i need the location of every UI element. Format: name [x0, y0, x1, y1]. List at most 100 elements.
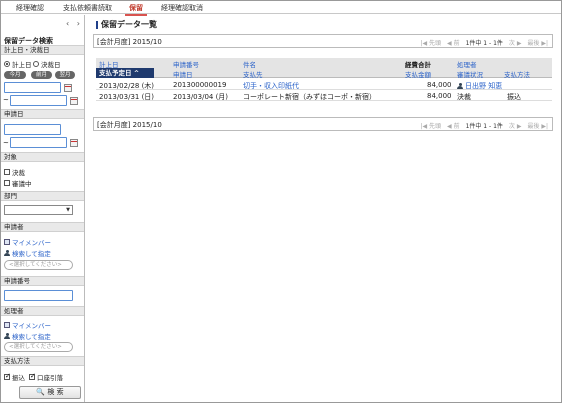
date-range-tilde: ~	[3, 96, 9, 104]
pager-prev[interactable]: ◀ 前	[447, 121, 460, 130]
tab-accounting-check-cancel[interactable]: 経理確認取消	[161, 3, 203, 13]
prev-month-button[interactable]: 前月	[31, 71, 52, 79]
col-payment-due-date[interactable]: 支払予定日 ^	[96, 68, 154, 78]
date-from-input[interactable]	[4, 82, 61, 93]
pager-range: 1件中 1 - 1件	[465, 40, 503, 47]
col-apply-date[interactable]: 申請日	[173, 69, 193, 79]
pager-range: 1件中 1 - 1件	[465, 123, 503, 130]
tab-bar: 経理確認 支払依頼書読取 保留 経理確認取消	[1, 1, 561, 16]
calendar-icon[interactable]	[70, 97, 78, 105]
pager-next[interactable]: 次 ▶	[509, 121, 522, 130]
checkbox-in-review-box	[4, 180, 10, 186]
pager-first[interactable]: |◀ 先頭	[421, 121, 442, 130]
col-payment-method[interactable]: 支払方法	[504, 69, 530, 79]
row-amount: 84,000	[427, 81, 452, 89]
section-processor: 処理者	[1, 306, 84, 316]
table-row[interactable]: 2013/02/28 (木) 201300000019 切手・収入印紙代 84,…	[96, 79, 552, 90]
applicant-my-member-link[interactable]: マイメンバー	[4, 237, 51, 247]
search-button[interactable]: 🔍 検 索	[19, 386, 81, 399]
radio-approval-date[interactable]: 決裁日	[33, 59, 61, 69]
search-icon: 🔍	[36, 388, 46, 396]
apply-number-input[interactable]	[4, 290, 73, 301]
table-header-row-2: 支払予定日 ^ 申請日 支払先 支払金額 審議状況 支払方法	[96, 68, 552, 79]
checkbox-transfer-box	[4, 372, 11, 380]
col-payment-amount[interactable]: 支払金額	[405, 69, 431, 79]
section-apply-date: 申請日	[1, 109, 84, 119]
checkbox-debit[interactable]: 口座引落	[29, 372, 63, 382]
pager-bottom: |◀ 先頭 ◀ 前 1件中 1 - 1件 次 ▶ 最後 ▶|	[421, 121, 549, 130]
member-list-icon	[4, 239, 10, 245]
radio-approval-dot	[33, 61, 39, 67]
tab-payment-request-read[interactable]: 支払依頼書読取	[63, 3, 112, 13]
calendar-icon[interactable]	[64, 84, 72, 92]
apply-date-from-input[interactable]	[4, 124, 61, 135]
pager-last[interactable]: 最後 ▶|	[527, 121, 548, 130]
processor-my-member-link[interactable]: マイメンバー	[4, 320, 51, 330]
period-panel-bottom: [会計月度] 2015/10 |◀ 先頭 ◀ 前 1件中 1 - 1件 次 ▶ …	[93, 117, 553, 131]
member-list-icon	[4, 322, 10, 328]
person-icon	[457, 83, 463, 89]
chevron-right-icon[interactable]: ›	[77, 19, 80, 28]
applicant-select-field[interactable]: <選択してください>	[4, 260, 73, 270]
date-to-input[interactable]	[10, 95, 67, 106]
sidebar: ‹ › 保留データ検索 計上日・決裁日 計上日 決裁日 今月 前月 翌月 ~ 申…	[1, 15, 85, 402]
col-payee[interactable]: 支払先	[243, 69, 263, 79]
person-icon	[4, 333, 10, 339]
tab-accounting-check[interactable]: 経理確認	[16, 3, 44, 13]
checkbox-debit-label: 口座引落	[37, 374, 63, 382]
person-icon	[4, 250, 10, 256]
chevron-down-icon: ▼	[66, 207, 70, 213]
row-date: 2013/03/31 (日)	[99, 93, 155, 101]
next-month-button[interactable]: 翌月	[55, 71, 75, 79]
section-apply-number: 申請番号	[1, 276, 84, 286]
checkbox-transfer[interactable]: 振込	[4, 372, 25, 382]
section-applicant: 申請者	[1, 222, 84, 232]
applicant-search-label: 検索して指定	[12, 250, 51, 258]
period-label: [会計月度] 2015/10	[97, 121, 162, 129]
title-marker	[96, 20, 98, 29]
checkbox-in-review-label: 審議中	[12, 180, 32, 188]
search-button-label: 検 索	[47, 388, 64, 396]
processor-search-link[interactable]: 検索して指定	[4, 331, 51, 341]
tab-on-hold[interactable]: 保留	[125, 3, 147, 16]
calendar-icon[interactable]	[70, 139, 78, 147]
checkbox-approved-box	[4, 169, 10, 175]
checkbox-approved[interactable]: 決裁	[4, 167, 25, 177]
section-department: 部門	[1, 191, 84, 201]
radio-posting-date[interactable]: 計上日	[4, 59, 32, 69]
department-select[interactable]: ▼	[4, 205, 73, 215]
period-label: [会計月度] 2015/10	[97, 38, 162, 46]
processor-search-label: 検索して指定	[12, 333, 51, 341]
chevron-left-icon[interactable]: ‹	[66, 19, 69, 28]
checkbox-approved-label: 決裁	[12, 169, 25, 177]
row-payee: コーポレート新宿（みずほコーポ・新宿）	[243, 93, 376, 101]
pager-next[interactable]: 次 ▶	[509, 38, 522, 47]
checkbox-in-review[interactable]: 審議中	[4, 178, 32, 188]
sidebar-nav: ‹ ›	[61, 19, 80, 28]
section-payment-method: 支払方法	[1, 356, 84, 366]
pager-first[interactable]: |◀ 先頭	[421, 38, 442, 47]
row-status: 決裁	[457, 93, 471, 101]
apply-date-to-input[interactable]	[10, 137, 67, 148]
this-month-button[interactable]: 今月	[4, 71, 26, 79]
section-date: 計上日・決裁日	[1, 45, 84, 55]
processor-select-field[interactable]: <選択してください>	[4, 342, 73, 352]
row-amount: 84,000	[427, 92, 452, 100]
radio-posting-dot	[4, 61, 10, 67]
row-method: 振込	[507, 93, 521, 101]
pager-prev[interactable]: ◀ 前	[447, 38, 460, 47]
radio-approval-label: 決裁日	[41, 61, 61, 69]
applicant-my-member-label: マイメンバー	[12, 239, 51, 247]
apply-date-tilde: ~	[3, 139, 9, 147]
pager-last[interactable]: 最後 ▶|	[527, 38, 548, 47]
table-row[interactable]: 2013/03/31 (日) 2013/03/04 (月) コーポレート新宿（み…	[96, 90, 552, 101]
table-header-row-1: 計上日 申請番号 件名 経費合計 処理者	[96, 58, 552, 69]
page-title-text: 保留データ一覧	[101, 20, 157, 29]
processor-my-member-label: マイメンバー	[12, 322, 51, 330]
col-review-status[interactable]: 審議状況	[457, 69, 483, 79]
checkbox-debit-box	[29, 372, 36, 380]
period-panel-top: [会計月度] 2015/10 |◀ 先頭 ◀ 前 1件中 1 - 1件 次 ▶ …	[93, 34, 553, 48]
row-number: 201300000019	[173, 81, 227, 89]
applicant-search-link[interactable]: 検索して指定	[4, 248, 51, 258]
row-number: 2013/03/04 (月)	[173, 93, 229, 101]
